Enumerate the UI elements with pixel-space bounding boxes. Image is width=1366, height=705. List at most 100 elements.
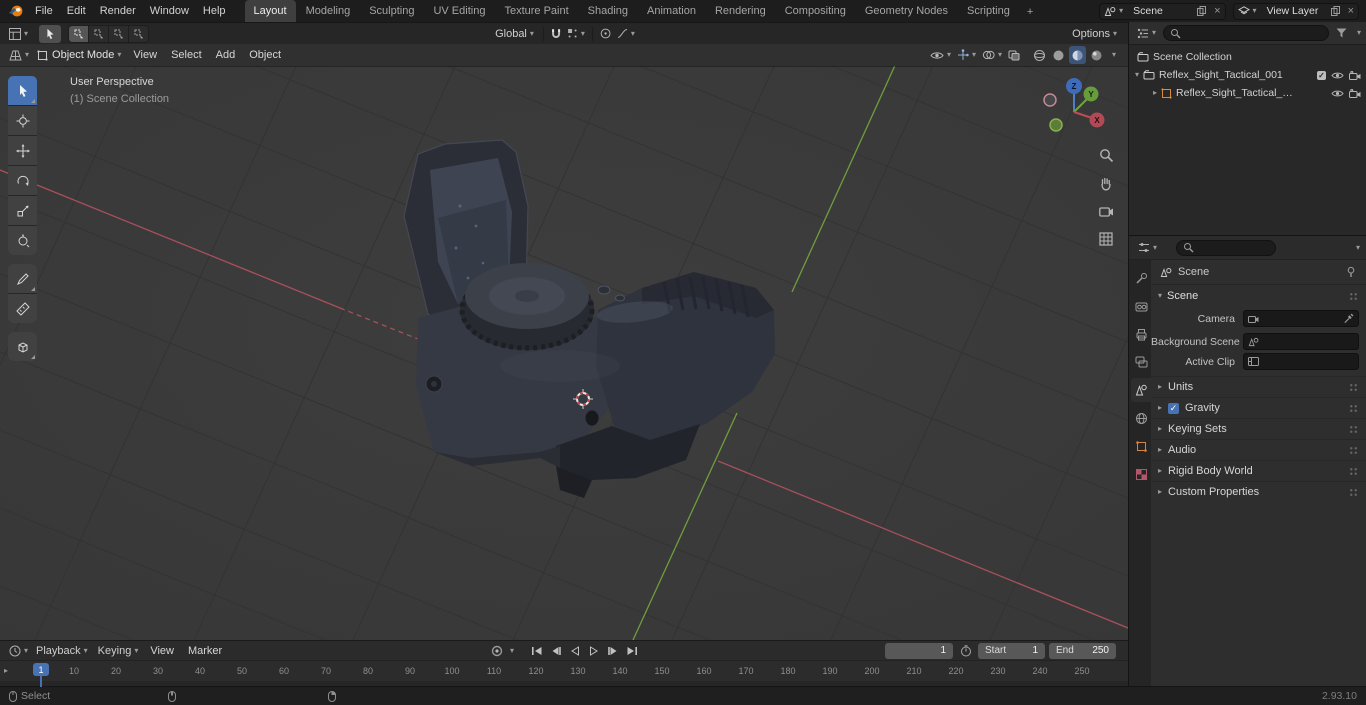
viewport-canvas[interactable] — [0, 66, 1128, 640]
tab-uv-editing[interactable]: UV Editing — [424, 0, 494, 22]
tool-annotate[interactable] — [8, 264, 37, 293]
tab-sculpting[interactable]: Sculpting — [360, 0, 423, 22]
mode-dropdown[interactable]: Object Mode ▾ — [32, 46, 126, 64]
view-layer-name-field[interactable]: View Layer — [1261, 5, 1327, 17]
scene-panel-header[interactable]: ▾ Scene — [1151, 285, 1366, 307]
tab-layout[interactable]: Layout — [244, 0, 296, 22]
tab-rendering[interactable]: Rendering — [706, 0, 775, 22]
disable-in-render-toggle[interactable] — [1349, 88, 1361, 98]
proportional-edit-toggle[interactable] — [597, 25, 614, 42]
panel-keying-sets[interactable]: ▸ Keying Sets — [1151, 418, 1366, 439]
play-reverse-button[interactable] — [566, 643, 583, 659]
remove-view-layer-button[interactable]: × — [1344, 4, 1358, 19]
channels-collapse-icon[interactable]: ▸ — [4, 667, 8, 675]
outliner-editor-type-button[interactable]: ▾ — [1134, 25, 1159, 42]
tab-animation[interactable]: Animation — [638, 0, 705, 22]
select-mode-extend[interactable] — [89, 25, 109, 42]
select-mode-invert[interactable] — [129, 25, 149, 42]
shading-rendered-button[interactable] — [1088, 46, 1105, 64]
collection-checkbox[interactable]: ✓ — [1317, 70, 1326, 80]
new-view-layer-button[interactable] — [1327, 4, 1344, 19]
select-mode-new[interactable] — [69, 25, 89, 42]
background-scene-field[interactable] — [1243, 333, 1359, 350]
tab-view-layer-properties[interactable] — [1131, 350, 1151, 374]
timeline-menu-view[interactable]: View — [143, 640, 181, 662]
panel-custom-properties[interactable]: ▸ Custom Properties — [1151, 481, 1366, 502]
panel-grip[interactable] — [1349, 291, 1359, 301]
tool-cursor[interactable] — [8, 106, 37, 135]
camera-field[interactable] — [1243, 310, 1359, 327]
tool-transform[interactable] — [8, 226, 37, 255]
zoom-control[interactable] — [1097, 146, 1115, 164]
properties-search[interactable] — [1176, 239, 1277, 256]
tab-modeling[interactable]: Modeling — [297, 0, 360, 22]
panel-grip[interactable] — [1349, 382, 1359, 392]
panel-grip[interactable] — [1349, 403, 1359, 413]
tool-add-cube[interactable] — [8, 332, 37, 361]
tab-geometry-nodes[interactable]: Geometry Nodes — [856, 0, 957, 22]
perspective-toggle-control[interactable] — [1097, 230, 1115, 248]
panel-units[interactable]: ▸ Units — [1151, 376, 1366, 397]
menu-help[interactable]: Help — [196, 0, 233, 22]
pan-control[interactable] — [1097, 174, 1115, 192]
tool-move[interactable] — [8, 136, 37, 165]
outliner-filter-button[interactable] — [1333, 25, 1350, 42]
menu-edit[interactable]: Edit — [60, 0, 93, 22]
tab-tool-properties[interactable] — [1131, 266, 1151, 290]
tab-object-properties[interactable] — [1131, 434, 1151, 458]
tab-compositing[interactable]: Compositing — [776, 0, 855, 22]
panel-grip[interactable] — [1349, 487, 1359, 497]
menu-render[interactable]: Render — [93, 0, 143, 22]
timeline-ruler[interactable]: ▸ 10 20 30 40 50 60 70 80 90 100 110 120… — [0, 660, 1128, 687]
timeline-editor-type-button[interactable]: ▾ — [6, 642, 31, 659]
viewport-menu-object[interactable]: Object — [242, 44, 288, 66]
next-keyframe-button[interactable] — [604, 643, 621, 659]
shading-solid-button[interactable] — [1050, 46, 1067, 64]
scene-name-field[interactable]: Scene — [1127, 5, 1193, 17]
active-clip-field[interactable] — [1243, 353, 1359, 370]
outliner-row-collection-001[interactable]: ▾ Reflex_Sight_Tactical_001 ✓ — [1129, 66, 1366, 84]
hide-in-viewport-toggle[interactable] — [1331, 71, 1344, 80]
auto-keying-button[interactable] — [488, 643, 505, 659]
proportional-falloff-dropdown[interactable]: ▾ — [614, 25, 638, 42]
properties-options-dropdown[interactable]: ▾ — [1356, 243, 1360, 252]
panel-grip[interactable] — [1349, 466, 1359, 476]
viewport-menu-select[interactable]: Select — [164, 44, 209, 66]
tool-select-box[interactable] — [8, 76, 37, 105]
properties-editor-type-button[interactable]: ▾ — [1135, 239, 1160, 256]
tab-world-properties[interactable] — [1131, 406, 1151, 430]
timeline-tracks[interactable] — [0, 681, 1128, 686]
tool-rotate[interactable] — [8, 166, 37, 195]
jump-to-end-button[interactable] — [623, 643, 640, 659]
tool-measure[interactable] — [8, 294, 37, 323]
options-dropdown[interactable]: Options ▾ — [1067, 25, 1122, 42]
viewport-menu-add[interactable]: Add — [209, 44, 243, 66]
outliner-search[interactable] — [1163, 25, 1329, 41]
tab-scripting[interactable]: Scripting — [958, 0, 1019, 22]
playback-menu[interactable]: Playback ▾ — [31, 642, 93, 659]
expand-icon[interactable]: ▾ — [1135, 71, 1139, 79]
panel-grip[interactable] — [1349, 445, 1359, 455]
tab-output-properties[interactable] — [1131, 322, 1151, 346]
tool-scale[interactable] — [8, 196, 37, 225]
outliner-row-object-002[interactable]: ▸ Reflex_Sight_Tactical_002 — [1129, 84, 1366, 102]
hide-in-viewport-toggle[interactable] — [1331, 89, 1344, 98]
current-frame-field[interactable]: 1 — [885, 642, 953, 659]
transform-orientation-dropdown[interactable]: Global ▾ — [490, 25, 539, 42]
expand-icon[interactable]: ▸ — [1153, 89, 1157, 97]
eyedropper-icon[interactable] — [1343, 313, 1354, 324]
tab-texture-properties[interactable] — [1131, 462, 1151, 486]
outliner-search-input[interactable] — [1185, 27, 1322, 39]
active-tool-button[interactable] — [39, 24, 62, 43]
panel-gravity[interactable]: ▸ ✓ Gravity — [1151, 397, 1366, 418]
blender-logo-icon[interactable] — [8, 4, 25, 18]
outliner-options-dropdown[interactable]: ▾ — [1357, 29, 1361, 37]
new-scene-button[interactable] — [1193, 4, 1210, 19]
tab-scene-properties[interactable] — [1131, 378, 1151, 402]
panel-audio[interactable]: ▸ Audio — [1151, 439, 1366, 460]
scene-browse-button[interactable]: ▾ — [1100, 4, 1127, 19]
prev-keyframe-button[interactable] — [547, 643, 564, 659]
current-frame-indicator[interactable]: 1 — [33, 663, 49, 676]
xray-toggle[interactable] — [1006, 46, 1022, 64]
viewport-menu-view[interactable]: View — [126, 44, 164, 66]
